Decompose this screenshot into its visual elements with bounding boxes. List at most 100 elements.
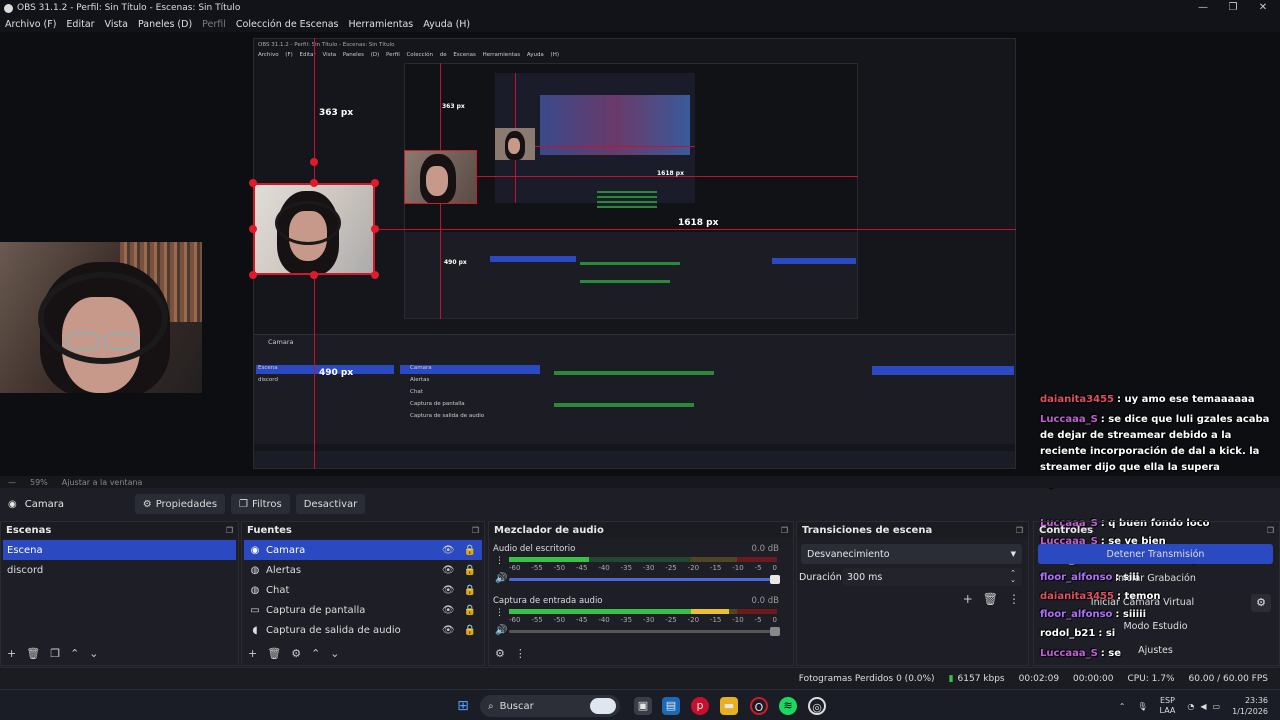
trash-icon[interactable]: 🗑 [983,592,998,606]
lock-icon[interactable]: 🔒 [464,605,476,616]
gear-icon[interactable]: ⚙ [1251,594,1271,612]
menu-view[interactable]: Vista [105,19,128,30]
transition-select[interactable]: Desvanecimiento ▼ [801,544,1022,564]
source-item[interactable]: ◍ Alertas 👁 🔒 [244,560,482,580]
eye-icon[interactable]: 👁 [442,565,455,576]
more-options-icon[interactable]: ⋮ [495,556,504,566]
menu-file[interactable]: Archivo (F) [5,19,56,30]
spotify-icon[interactable]: ≋ [779,697,797,715]
source-item[interactable]: ◉ Camara 👁 🔒 [244,540,482,560]
gear-icon[interactable]: ⚙ [291,647,301,660]
move-down-icon[interactable]: ⌄ [330,647,339,660]
resize-handle[interactable] [249,271,257,279]
source-item[interactable]: ▭ Captura de pantalla 👁 🔒 [244,600,482,620]
scene-item[interactable]: discord [3,560,236,580]
language-indicator[interactable]: ESP LAA [1160,696,1176,716]
windows-start-icon[interactable]: ⊞ [454,697,472,715]
undock-icon[interactable]: ❐ [472,526,479,535]
tick-label: 0 [772,564,777,572]
battery-icon[interactable]: ▭ [1213,702,1221,711]
menu-tools[interactable]: Herramientas [349,19,414,30]
advanced-audio-icon[interactable]: ⚙ [495,647,505,660]
lock-icon[interactable]: 🔒 [464,585,476,596]
undock-icon[interactable]: ❐ [1016,526,1023,535]
volume-icon[interactable]: ◀ [1200,702,1206,711]
undock-icon[interactable]: ❐ [1267,526,1274,535]
trash-icon[interactable]: 🗑 [26,647,40,660]
filters-button[interactable]: ❐ Filtros [231,494,290,514]
add-source-icon[interactable]: + [248,647,257,660]
lock-icon[interactable]: 🔒 [464,565,476,576]
close-button[interactable]: ✕ [1248,0,1278,16]
menu-edit[interactable]: Editar [66,19,94,30]
resize-handle[interactable] [371,225,379,233]
studio-mode-button[interactable]: Modo Estudio [1038,616,1273,636]
filter-icon[interactable]: ❐ [50,647,60,660]
deactivate-button[interactable]: Desactivar [295,494,366,514]
resize-handle[interactable] [310,271,318,279]
speaker-icon[interactable]: 🔊 [495,573,507,584]
eye-icon[interactable]: 👁 [442,605,455,616]
duration-field[interactable]: 300 ms ⌃ ⌄ [843,568,1022,586]
stepper-icon[interactable]: ⌃ ⌄ [1010,570,1016,584]
lock-icon[interactable]: 🔒 [464,545,476,556]
opera-icon[interactable]: O [750,697,768,715]
selection-box-1[interactable] [253,183,375,275]
more-options-icon[interactable]: ⋮ [515,647,526,660]
start-recording-button[interactable]: Iniciar Grabación [1038,568,1273,588]
camera-icon: ◉ [8,498,17,510]
minimize-button[interactable]: — [1188,0,1218,16]
slider-handle[interactable] [770,575,780,584]
lock-icon[interactable]: 🔒 [464,625,476,636]
zoom-value[interactable]: 59% [30,478,48,487]
move-down-icon[interactable]: ⌄ [89,647,98,660]
eye-icon[interactable]: 👁 [442,625,455,636]
chevron-up-icon[interactable]: ⌃ [1119,702,1126,711]
menu-docks[interactable]: Paneles (D) [138,19,192,30]
volume-slider[interactable] [509,575,780,584]
microphone-icon[interactable]: 🎙 [1137,702,1147,711]
webcam-source[interactable] [0,242,202,393]
stop-streaming-button[interactable]: Detener Transmisión [1038,544,1273,564]
pinterest-icon[interactable]: p [691,697,709,715]
menu-profile[interactable]: Perfil [202,19,226,30]
move-up-icon[interactable]: ⌃ [311,647,320,660]
undock-icon[interactable]: ❐ [781,526,788,535]
task-view-icon[interactable]: ▣ [634,697,652,715]
properties-button[interactable]: ⚙ Propiedades [134,494,226,514]
resize-handle[interactable] [371,179,379,187]
scene-item[interactable]: Escena [3,540,236,560]
zoom-minus[interactable]: — [8,478,16,487]
start-virtual-camera-button[interactable]: Iniciar Cámara Virtual [1038,592,1247,612]
eye-icon[interactable]: 👁 [442,545,455,556]
move-up-icon[interactable]: ⌃ [70,647,79,660]
wifi-icon[interactable]: ◔ [1187,702,1194,711]
resize-handle[interactable] [249,179,257,187]
resize-handle[interactable] [249,225,257,233]
slider-handle[interactable] [770,627,780,636]
more-options-icon[interactable]: ⋮ [495,608,504,618]
undock-icon[interactable]: ❐ [226,526,233,535]
store-icon[interactable]: ▤ [662,697,680,715]
add-scene-icon[interactable]: + [7,647,16,660]
trash-icon[interactable]: 🗑 [267,647,281,660]
rotate-handle[interactable] [310,158,318,166]
menu-scene-collection[interactable]: Colección de Escenas [236,19,339,30]
volume-slider[interactable] [509,627,780,636]
more-options-icon[interactable]: ⋮ [1008,592,1020,606]
maximize-button[interactable]: ❐ [1218,0,1248,16]
source-item[interactable]: ◍ Chat 👁 🔒 [244,580,482,600]
speaker-icon[interactable]: 🔊 [495,625,507,636]
obs-icon[interactable]: ◎ [808,697,826,715]
resize-handle[interactable] [310,179,318,187]
resize-handle[interactable] [371,271,379,279]
settings-button[interactable]: Ajustes [1038,640,1273,660]
taskbar-search[interactable]: ⌕ Buscar [480,695,620,717]
add-transition-icon[interactable]: + [963,592,973,606]
zoom-fit[interactable]: Ajustar a la ventana [62,478,143,487]
source-item[interactable]: ◖ Captura de salida de audio 👁 🔒 [244,620,482,640]
clock[interactable]: 23:36 1/1/2026 [1232,695,1268,717]
menu-help[interactable]: Ayuda (H) [423,19,470,30]
file-explorer-icon[interactable]: ▬ [720,697,738,715]
eye-icon[interactable]: 👁 [442,585,455,596]
